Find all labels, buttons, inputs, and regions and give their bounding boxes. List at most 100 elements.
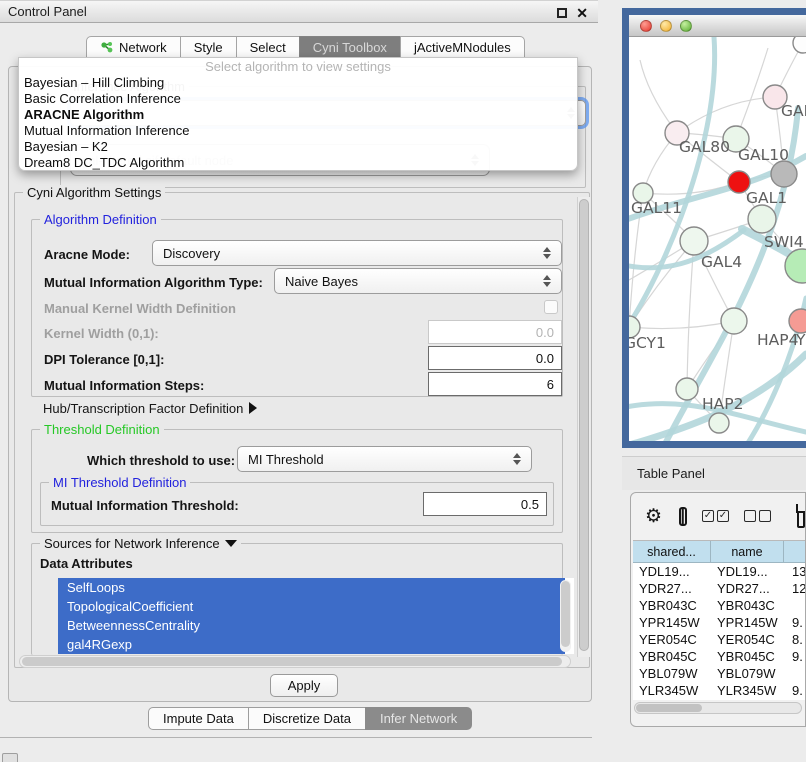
collapse-down-icon[interactable] (225, 540, 237, 547)
column-header-2[interactable]: name (711, 541, 784, 563)
tab-select[interactable]: Select (236, 36, 300, 58)
apply-button[interactable]: Apply (270, 674, 338, 697)
table-cell: 9. (784, 699, 805, 700)
node-label: Y (795, 331, 806, 349)
table-cell: YBR043C (633, 597, 711, 614)
mi-algorithm-type-combobox[interactable]: Naive Bayes (274, 268, 562, 294)
table-cell: 12 (784, 580, 805, 597)
corner-mini-button[interactable] (2, 753, 18, 762)
dpi-tolerance-field[interactable]: 0.0 (428, 346, 562, 370)
tab-style[interactable]: Style (180, 36, 237, 58)
algorithm-option[interactable]: Dream8 DC_TDC Algorithm (19, 155, 577, 171)
combobox-arrows-icon (513, 453, 521, 465)
table-row[interactable]: YER054CYER054C8. (633, 631, 805, 648)
network-node[interactable] (771, 161, 797, 187)
mi-threshold-field[interactable]: 0.5 (423, 492, 547, 516)
panel-divider (0, 737, 592, 738)
column-header-3[interactable]: A (784, 541, 805, 563)
table-row[interactable]: YBL079WYBL079W (633, 665, 805, 682)
manual-kernel-width-checkbox (544, 300, 558, 314)
network-window-titlebar[interactable] (629, 15, 806, 37)
node-label: GAL1 (746, 189, 787, 207)
kernel-width-field: 0.0 (428, 320, 562, 344)
data-attributes-label: Data Attributes (40, 556, 133, 571)
table-row[interactable]: YIL052CYIL052C9. (633, 699, 805, 700)
network-node-gal4[interactable] (680, 227, 708, 255)
table-cell: 13 (784, 563, 805, 580)
data-attribute-item[interactable]: TopologicalCoefficient (58, 597, 565, 616)
zoom-traffic-light-icon[interactable] (680, 20, 692, 32)
split-columns-icon[interactable] (679, 507, 687, 526)
close-traffic-light-icon[interactable] (640, 20, 652, 32)
table-cell: 8. (784, 631, 805, 648)
table-cell: YPR145W (633, 614, 711, 631)
document-icon[interactable] (797, 504, 805, 528)
settings-horizontal-scrollbar[interactable] (19, 655, 571, 668)
algorithm-option[interactable]: ARACNE Algorithm (19, 107, 577, 123)
aracne-mode-combobox[interactable]: Discovery (152, 240, 562, 266)
table-row[interactable]: YPR145WYPR145W9. (633, 614, 805, 631)
data-attribute-item[interactable]: SelfLoops (58, 578, 565, 597)
combobox-arrows-icon (543, 275, 551, 287)
threshold-definition-group: Threshold Definition Which threshold to … (31, 429, 563, 533)
table-header-row: shared...nameA (633, 541, 805, 563)
which-threshold-combobox[interactable]: MI Threshold (237, 446, 532, 472)
table-cell: YDR27... (633, 580, 711, 597)
tab-cyni-toolbox[interactable]: Cyni Toolbox (299, 36, 401, 58)
table-cell: YIL052C (711, 699, 784, 700)
algorithm-option[interactable]: Basic Correlation Inference (19, 91, 577, 107)
network-node-y[interactable] (789, 309, 806, 333)
data-attribute-item[interactable]: BetweennessCentrality (58, 616, 565, 635)
data-attributes-list[interactable]: SelfLoopsTopologicalCoefficientBetweenne… (58, 578, 574, 654)
threshold-definition-title: Threshold Definition (40, 422, 164, 437)
network-edge[interactable] (677, 97, 775, 133)
node-table: shared...nameA YDL19...YDL19...13YDR27..… (633, 540, 805, 700)
gear-icon[interactable]: ⚙ (645, 505, 662, 528)
algorithm-option[interactable]: Mutual Information Inference (19, 123, 577, 139)
mi-steps-label: Mutual Information Steps: (44, 378, 204, 393)
table-row[interactable]: YBR045CYBR045C9. (633, 648, 805, 665)
table-horizontal-scrollbar[interactable] (634, 702, 802, 714)
table-cell: YBR045C (633, 648, 711, 665)
select-all-checkboxes-icon[interactable]: ✓✓ (702, 510, 729, 522)
network-edge[interactable] (629, 241, 694, 327)
column-header-1[interactable]: shared... (633, 541, 711, 563)
tab-jactivemnodules[interactable]: jActiveMNodules (400, 36, 525, 58)
network-canvas[interactable]: GALGAL80GAL10GAL1GAL11SWI4GAL4GCY1HAP4YH… (629, 37, 806, 441)
algorithm-definition-group: Algorithm Definition Aracne Mode: Discov… (31, 219, 563, 397)
network-node-hap4[interactable] (721, 308, 747, 334)
table-row[interactable]: YLR345WYLR345W9. (633, 682, 805, 699)
dpi-tolerance-label: DPI Tolerance [0,1]: (44, 352, 164, 367)
network-node[interactable] (709, 413, 729, 433)
network-node[interactable] (793, 37, 806, 53)
table-row[interactable]: YDL19...YDL19...13 (633, 563, 805, 580)
tab-discretize-data[interactable]: Discretize Data (248, 707, 366, 730)
node-label: GAL10 (738, 146, 789, 164)
deselect-all-checkboxes-icon[interactable] (744, 510, 771, 522)
table-cell (784, 597, 805, 614)
table-panel-titlebar: Table Panel (622, 456, 806, 490)
network-edge[interactable] (629, 321, 734, 329)
table-cell: 9. (784, 682, 805, 699)
tab-infer-network[interactable]: Infer Network (365, 707, 472, 730)
table-row[interactable]: YBR043CYBR043C (633, 597, 805, 614)
network-node-swi4[interactable] (748, 205, 776, 233)
algorithm-option[interactable]: Bayesian – Hill Climbing (19, 75, 577, 91)
table-cell: YLR345W (633, 682, 711, 699)
mi-steps-field[interactable]: 6 (428, 372, 562, 396)
close-icon[interactable]: ✕ (576, 8, 588, 18)
node-label: HAP2 (702, 395, 743, 413)
hub-transcription-factor-expander[interactable]: Hub/Transcription Factor Definition (43, 401, 257, 416)
list-scrollbar[interactable] (560, 580, 571, 652)
table-cell: YIL052C (633, 699, 711, 700)
minimize-traffic-light-icon[interactable] (660, 20, 672, 32)
table-row[interactable]: YDR27...YDR27...12 (633, 580, 805, 597)
float-window-icon[interactable] (557, 8, 567, 18)
tab-network[interactable]: Network (86, 36, 181, 58)
network-node-hap2[interactable] (676, 378, 698, 400)
settings-vertical-scrollbar[interactable] (577, 197, 590, 657)
data-attribute-item[interactable]: gal4RGexp (58, 635, 565, 654)
algorithm-option[interactable]: Bayesian – K2 (19, 139, 577, 155)
tab-impute-data[interactable]: Impute Data (148, 707, 249, 730)
sources-group: Sources for Network Inference Data Attri… (31, 543, 563, 655)
